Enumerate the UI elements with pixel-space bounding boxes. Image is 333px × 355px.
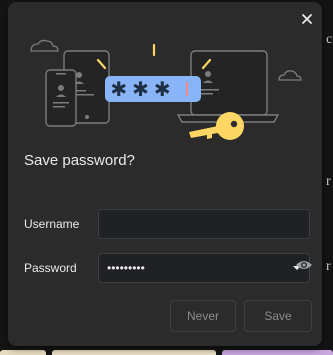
phone-icon (45, 69, 77, 127)
background-tile (52, 350, 216, 355)
password-field-icon: ✱✱✱ (105, 76, 201, 102)
password-label: Password (24, 261, 77, 275)
password-field[interactable]: ••••••••• (98, 253, 310, 283)
background-text: r (326, 259, 331, 274)
password-value: ••••••••• (107, 261, 145, 275)
never-button[interactable]: Never (170, 300, 236, 332)
background-tile (0, 350, 46, 355)
username-field[interactable] (98, 209, 310, 239)
save-button[interactable]: Save (244, 300, 312, 332)
background-tile (222, 350, 333, 355)
cloud-icon (278, 70, 302, 81)
save-password-dialog: ✱✱✱ Save password? Username Password •••… (8, 2, 322, 346)
eye-icon[interactable] (295, 259, 313, 271)
cloud-icon (30, 39, 59, 52)
password-illustration: ✱✱✱ (30, 39, 302, 140)
dialog-title: Save password? (24, 152, 135, 169)
svg-text:✱✱✱: ✱✱✱ (110, 79, 175, 101)
background-text: r (326, 174, 331, 189)
background-text: c (326, 32, 333, 47)
username-label: Username (24, 217, 80, 231)
